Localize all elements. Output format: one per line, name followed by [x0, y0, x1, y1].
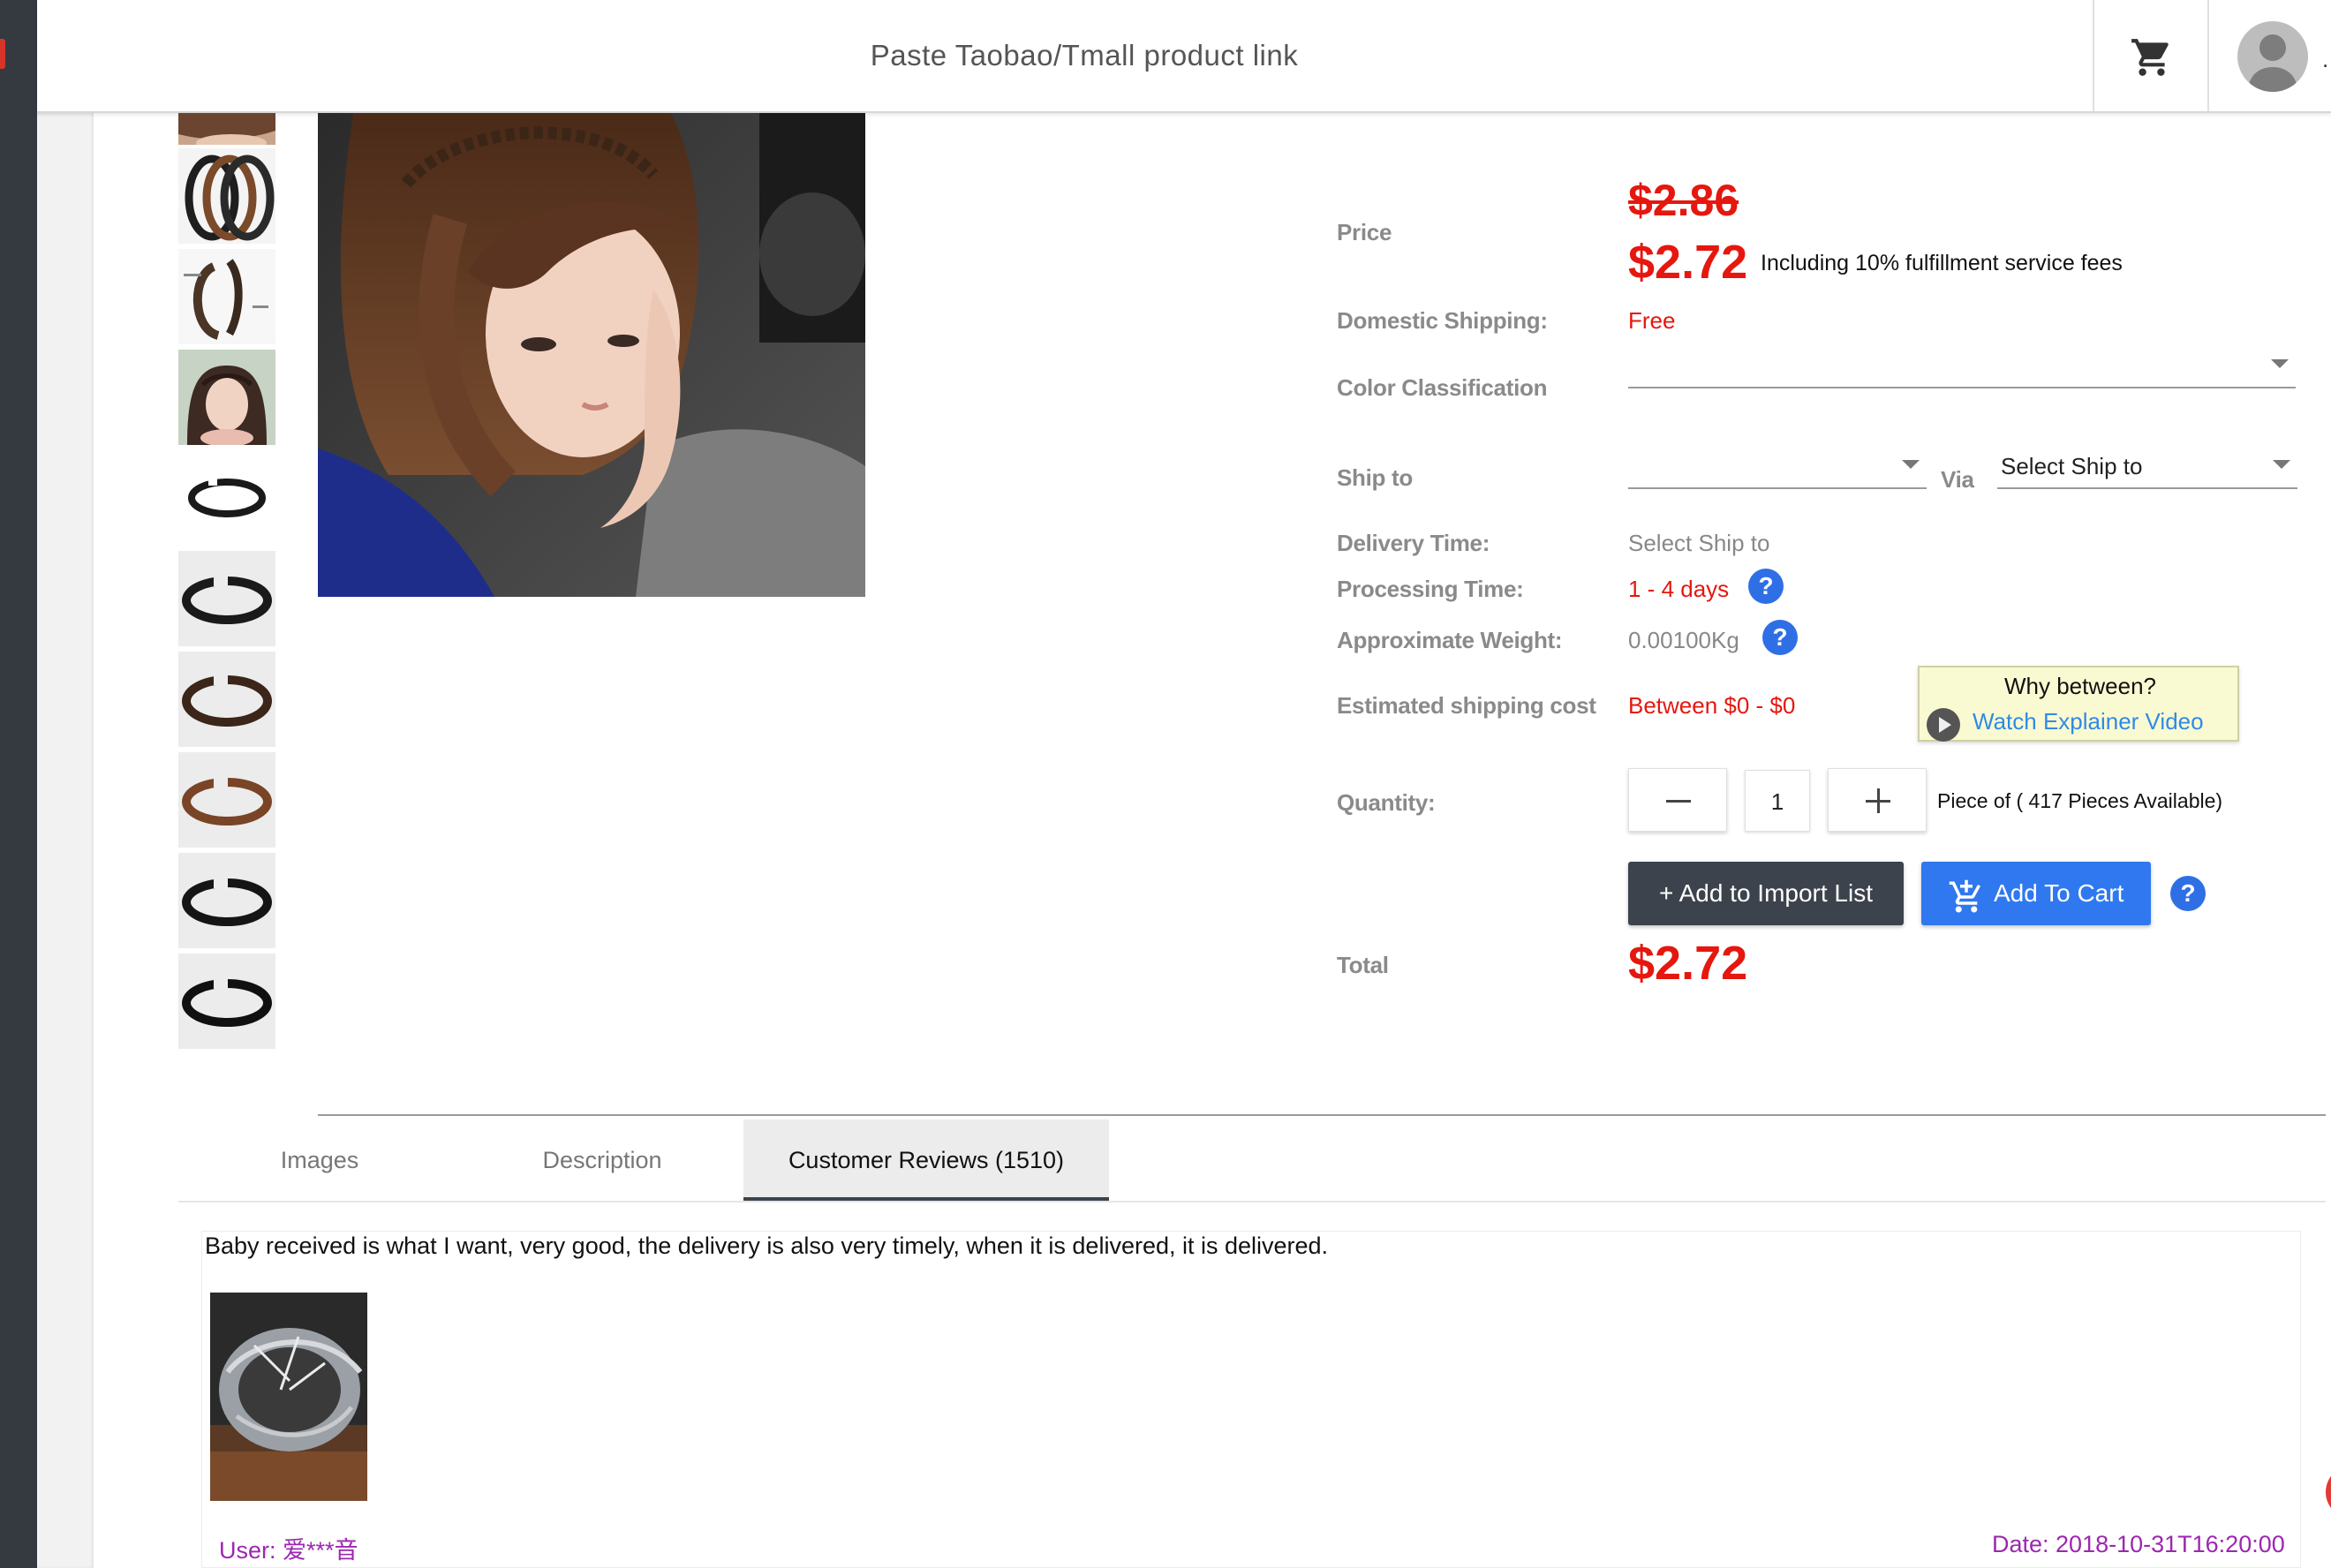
domestic-shipping-value: Free	[1628, 307, 1676, 334]
review-card	[201, 1231, 2301, 1568]
add-to-import-list-button[interactable]: + Add to Import List	[1628, 862, 1904, 925]
thumbnail-model-wearing-headband[interactable]	[178, 350, 275, 445]
via-select-value: Select Ship to	[2001, 453, 2143, 479]
via-label: Via	[1941, 466, 1974, 493]
quantity-input[interactable]: 1	[1745, 770, 1810, 832]
ship-to-label: Ship to	[1337, 464, 1413, 491]
floating-chat-button[interactable]	[2326, 1466, 2331, 1519]
domestic-shipping-label: Domestic Shipping:	[1337, 307, 1548, 334]
via-select[interactable]: Select Ship to	[1997, 441, 2297, 489]
processing-time-value: 1 - 4 days	[1628, 576, 1730, 602]
quantity-label: Quantity:	[1337, 789, 1436, 816]
add-to-cart-button[interactable]: Add To Cart	[1921, 862, 2151, 925]
delivery-time-label: Delivery Time:	[1337, 530, 1490, 556]
thumbnail-dark-headband[interactable]	[178, 551, 275, 646]
approximate-weight-value: 0.00100Kg	[1628, 627, 1739, 653]
thumbnail-headband-size-chart[interactable]	[178, 249, 275, 344]
ship-to-select[interactable]	[1628, 441, 1927, 489]
delivery-time-value: Select Ship to	[1628, 530, 1770, 556]
review-photo[interactable]	[210, 1293, 367, 1501]
divider	[178, 1201, 2326, 1202]
play-icon[interactable]	[1927, 708, 1960, 742]
approximate-weight-label: Approximate Weight:	[1337, 627, 1563, 653]
color-classification-select[interactable]	[1628, 341, 2296, 388]
divider	[318, 1114, 2326, 1116]
fee-note: Including 10% fulfillment service fees	[1761, 251, 2123, 275]
processing-time-label: Processing Time:	[1337, 576, 1524, 602]
color-classification-label: Color Classification	[1337, 374, 1548, 401]
price-label: Price	[1337, 219, 1392, 245]
total-label: Total	[1337, 952, 1389, 978]
review-user: User: 爱***音	[219, 1537, 358, 1564]
help-icon[interactable]: ?	[1748, 569, 1784, 604]
tooltip-title: Why between?	[2004, 673, 2156, 699]
tab-customer-reviews[interactable]: Customer Reviews (1510)	[743, 1119, 1109, 1201]
chevron-down-icon	[2273, 460, 2290, 469]
review-text: Baby received is what I want, very good,…	[205, 1233, 1329, 1259]
estimated-shipping-cost-label: Estimated shipping cost	[1337, 692, 1596, 719]
chevron-down-icon	[2271, 359, 2289, 368]
shopping-cart-icon[interactable]	[2130, 35, 2174, 79]
thumbnail-single-headband[interactable]	[178, 450, 275, 546]
help-icon[interactable]: ?	[1762, 620, 1798, 655]
thumbnail-black-headband[interactable]	[178, 853, 275, 948]
add-cart-icon	[1948, 876, 1985, 939]
header-overflow-text: .	[2322, 46, 2329, 72]
top-header: Paste Taobao/Tmall product link .	[37, 0, 2331, 113]
left-sidebar-rail	[0, 0, 37, 1568]
watch-explainer-video-link[interactable]: Watch Explainer Video	[1973, 708, 2204, 735]
search-input[interactable]: Paste Taobao/Tmall product link	[828, 39, 1340, 72]
review-date: Date: 2018-10-31T16:20:00	[1992, 1531, 2285, 1557]
minus-icon	[1666, 800, 1691, 803]
estimated-shipping-cost-value: Between $0 - $0	[1628, 692, 1796, 719]
total-value: $2.72	[1628, 937, 1748, 990]
shipping-explainer-tooltip: Why between? Watch Explainer Video	[1918, 666, 2239, 742]
tab-images[interactable]: Images	[178, 1119, 461, 1201]
main-product-image[interactable]	[318, 113, 865, 597]
thumbnail-hair-model[interactable]	[178, 113, 275, 145]
plus-icon-vertical	[1877, 788, 1880, 813]
header-divider	[2093, 0, 2094, 111]
thumbnail-black-headband-2[interactable]	[178, 954, 275, 1049]
add-to-cart-label: Add To Cart	[1994, 879, 2124, 907]
chevron-down-icon	[1902, 460, 1920, 469]
notification-badge[interactable]	[0, 39, 5, 69]
page-gutter	[37, 113, 94, 1568]
header-divider	[2207, 0, 2209, 111]
thumbnail-light-brown-headband[interactable]	[178, 752, 275, 848]
original-price: $2.86	[1628, 176, 1739, 225]
quantity-decrease-button[interactable]	[1628, 768, 1727, 832]
quantity-availability-note: Piece of ( 417 Pieces Available)	[1937, 789, 2223, 812]
help-icon[interactable]: ?	[2170, 876, 2206, 911]
quantity-increase-button[interactable]	[1828, 768, 1927, 832]
tab-description[interactable]: Description	[461, 1119, 743, 1201]
current-price: $2.72	[1628, 236, 1748, 289]
thumbnail-brown-headband[interactable]	[178, 652, 275, 747]
user-avatar-icon[interactable]	[2237, 21, 2308, 92]
thumbnail-braided-headbands-set[interactable]	[178, 148, 275, 244]
